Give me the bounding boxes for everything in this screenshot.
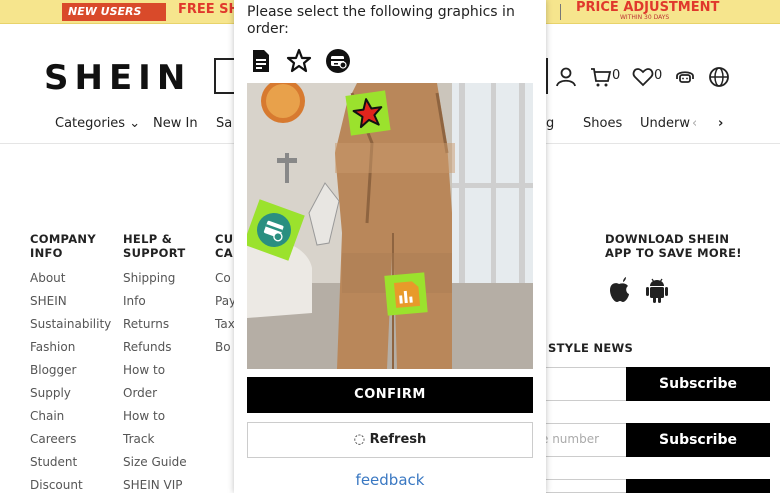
confirm-button[interactable]: CONFIRM — [247, 377, 533, 413]
star-icon — [286, 48, 312, 73]
chevron-down-icon: ⌄ — [129, 116, 141, 131]
footer-link[interactable]: Pay — [215, 290, 236, 313]
globe-icon[interactable] — [708, 66, 730, 88]
android-icon[interactable] — [645, 277, 669, 303]
footer-link[interactable]: Bo — [215, 336, 231, 359]
new-users-badge: NEW USERS ONLY — [62, 3, 166, 36]
extra-field[interactable] — [540, 479, 626, 493]
captcha-dialog: Please select the following graphics in … — [234, 0, 546, 493]
nav-item-underwear[interactable]: Underw — [640, 116, 690, 131]
footer-link[interactable]: Refunds — [123, 336, 172, 359]
nav-item-label: Categories — [55, 116, 126, 131]
email-field[interactable] — [540, 367, 626, 401]
tile-document-icon[interactable] — [384, 272, 428, 316]
subscribe-extra-button[interactable] — [626, 479, 770, 493]
footer-link[interactable]: SHEIN VIP — [123, 474, 183, 493]
tile-star-icon[interactable] — [345, 90, 391, 136]
feedback-link[interactable]: feedback — [234, 471, 546, 489]
footer-link[interactable]: Track — [123, 428, 154, 451]
wishlist-icon[interactable] — [632, 66, 654, 88]
footer-link[interactable]: Blogger — [30, 359, 76, 382]
captcha-prompt: Please select the following graphics in … — [247, 4, 515, 37]
refresh-label: Refresh — [369, 432, 427, 447]
card-icon — [326, 49, 350, 73]
nav-item-shoes[interactable]: Shoes — [583, 116, 622, 131]
phone-placeholder: e number — [541, 432, 600, 446]
customer-care-title: CU CA — [215, 232, 234, 260]
footer-link[interactable]: Shipping — [123, 267, 175, 290]
help-support-title: HELP & SUPPORT — [123, 232, 186, 260]
footer-link[interactable]: Discount — [30, 474, 83, 493]
footer-link[interactable]: Info — [123, 290, 146, 313]
nav-item-new-in[interactable]: New In — [153, 116, 198, 131]
footer-link[interactable]: Order — [123, 382, 157, 405]
cart-count: 0 — [612, 68, 621, 83]
captcha-image[interactable] — [247, 83, 533, 369]
footer-link[interactable]: Tax — [215, 313, 235, 336]
nav-prev-chevron-icon[interactable]: ‹ — [692, 116, 697, 131]
phone-field[interactable]: e number — [540, 423, 626, 457]
footer-link[interactable]: Sustainability — [30, 313, 111, 336]
wishlist-count: 0 — [654, 68, 663, 83]
footer-link[interactable]: How to — [123, 359, 165, 382]
free-shipping-text: FREE SH — [178, 2, 240, 17]
price-adjustment-subtext: WITHIN 30 DAYS — [620, 14, 670, 21]
captcha-photo[interactable] — [247, 83, 533, 369]
subscribe-phone-button[interactable]: Subscribe — [626, 423, 770, 457]
style-news-title: STYLE NEWS — [548, 341, 634, 355]
promo-divider — [560, 4, 561, 20]
nav-next-chevron-icon[interactable]: › — [718, 116, 723, 131]
cart-icon[interactable] — [590, 66, 612, 88]
footer-link[interactable]: Returns — [123, 313, 169, 336]
nav-item-categories[interactable]: Categories ⌄ — [55, 116, 140, 131]
subscribe-email-button[interactable]: Subscribe — [626, 367, 770, 401]
footer-link[interactable]: Chain — [30, 405, 64, 428]
footer-link[interactable]: About — [30, 267, 65, 290]
footer-link[interactable]: Supply — [30, 382, 71, 405]
apple-icon[interactable] — [608, 277, 630, 303]
refresh-button[interactable]: ◌ Refresh — [247, 422, 533, 458]
footer-link[interactable]: SHEIN — [30, 290, 67, 313]
refresh-icon: ◌ — [353, 432, 366, 447]
footer-link[interactable]: How to — [123, 405, 165, 428]
footer-link[interactable]: Co — [215, 267, 231, 290]
nav-item-clothing[interactable]: g — [546, 116, 554, 131]
footer-link[interactable]: Fashion — [30, 336, 75, 359]
footer-link[interactable]: Careers — [30, 428, 76, 451]
document-icon — [253, 50, 269, 72]
company-info-title: COMPANY INFO — [30, 232, 96, 260]
nav-item-sale[interactable]: Sa — [216, 116, 232, 131]
price-adjustment-text: PRICE ADJUSTMENT — [576, 0, 720, 15]
user-icon[interactable] — [555, 66, 577, 88]
footer-link[interactable]: Size Guide — [123, 451, 187, 474]
shein-logo[interactable]: SHEIN — [44, 58, 191, 98]
footer-link[interactable]: Student — [30, 451, 77, 474]
download-app-title: DOWNLOAD SHEIN APP TO SAVE MORE! — [605, 232, 742, 260]
support-headset-icon[interactable] — [674, 66, 696, 88]
